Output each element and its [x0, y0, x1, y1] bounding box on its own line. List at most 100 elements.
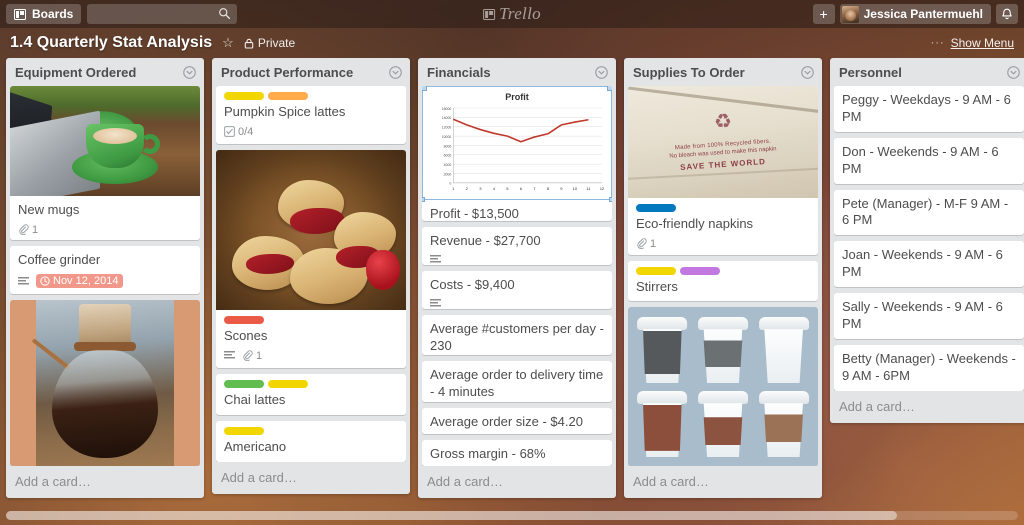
list-menu-button[interactable]	[183, 66, 196, 79]
add-card-button[interactable]: Add a card…	[830, 391, 1024, 423]
list-4[interactable]: Personnel Peggy - Weekdays - 9 AM - 6 PM…	[830, 58, 1024, 423]
chart-resize-handle[interactable]	[609, 197, 612, 203]
card-label[interactable]	[224, 92, 264, 100]
card[interactable]: Sally - Weekends - 9 AM - 6 PM	[834, 293, 1024, 339]
card-badges: 1	[636, 238, 811, 250]
list-1[interactable]: Product Performance Pumpkin Spice lattes…	[212, 58, 410, 494]
card[interactable]: Average order to delivery time - 4 minut…	[422, 361, 612, 402]
card[interactable]: Revenue - $27,700	[422, 226, 612, 265]
list-menu-button[interactable]	[801, 66, 814, 79]
list-header: Supplies To Order	[624, 58, 822, 86]
visibility-button[interactable]: Private	[244, 36, 295, 50]
card[interactable]	[10, 299, 200, 466]
list-header: Product Performance	[212, 58, 410, 86]
card[interactable]: Stirrers	[628, 260, 818, 302]
card[interactable]: Coffee grinder Nov 12, 2014	[10, 246, 200, 294]
search-input[interactable]	[87, 4, 238, 24]
chevron-down-icon[interactable]	[183, 66, 196, 79]
star-icon[interactable]: ☆	[222, 35, 234, 51]
add-card-button[interactable]: Add a card…	[624, 466, 822, 498]
card-label[interactable]	[224, 315, 264, 324]
svg-text:14000: 14000	[442, 116, 452, 120]
card-title: Chai lattes	[224, 391, 286, 407]
show-menu-button[interactable]: ··· Show Menu	[931, 36, 1014, 50]
card[interactable]: Profit 0 2000 4000 6000 8000 10000 12000 14000 1…	[422, 86, 612, 221]
attachment-icon	[19, 224, 29, 236]
card-badge-description	[430, 254, 441, 264]
card[interactable]: Peggy - Weekdays - 9 AM - 6 PM	[834, 86, 1024, 132]
card[interactable]: Betty (Manager) - Weekends - 9 AM - 6PM	[834, 344, 1024, 391]
card[interactable]: Gross margin - 68%	[422, 439, 612, 466]
chevron-down-icon[interactable]	[1007, 66, 1020, 79]
list-header: Personnel	[830, 58, 1024, 86]
list-title[interactable]: Personnel	[839, 65, 1007, 80]
card-labels	[224, 379, 399, 388]
list-title[interactable]: Equipment Ordered	[15, 65, 183, 80]
card[interactable]: Don - Weekends - 9 AM - 6 PM	[834, 137, 1024, 184]
chevron-down-icon[interactable]	[801, 66, 814, 79]
card-title: Scones	[224, 327, 268, 343]
board-canvas[interactable]: Equipment Ordered New mugs 1 Coffee grind…	[0, 58, 1024, 525]
card-label[interactable]	[636, 266, 676, 275]
svg-text:3: 3	[479, 186, 482, 191]
add-button[interactable]: +	[812, 4, 835, 24]
chart-resize-handle[interactable]	[422, 197, 425, 203]
card[interactable]: Pete (Manager) - M-F 9 AM - 6 PM	[834, 189, 1024, 236]
card-title: Profit - $13,500	[430, 206, 519, 221]
list-cards: ♻ Made from 100% Recycled fibers. No ble…	[624, 86, 822, 466]
card[interactable]: Costs - $9,400	[422, 270, 612, 309]
card-label[interactable]	[224, 426, 264, 435]
attachment-count: 1	[32, 223, 39, 236]
card[interactable]: Average #customers per day - 230	[422, 314, 612, 356]
svg-text:4: 4	[493, 186, 496, 191]
list-2[interactable]: Financials Profit 0 2000 4000 6000 8000 10000…	[418, 58, 616, 498]
card[interactable]	[628, 307, 818, 466]
list-title[interactable]: Supplies To Order	[633, 65, 801, 80]
search-box[interactable]	[87, 4, 238, 24]
card[interactable]: Americano	[216, 420, 406, 462]
list-menu-button[interactable]	[595, 66, 608, 79]
card-title: Stirrers	[636, 278, 678, 294]
card-label[interactable]	[636, 204, 676, 212]
trello-logo[interactable]: Trello	[483, 4, 541, 24]
card[interactable]: ♻ Made from 100% Recycled fibers. No ble…	[628, 86, 818, 255]
attachment-icon	[243, 350, 253, 362]
horizontal-scrollbar[interactable]	[6, 511, 1018, 520]
search-icon[interactable]	[218, 7, 231, 20]
card-cover-image	[10, 86, 200, 196]
member-menu[interactable]: Jessica Pantermuehl	[839, 4, 991, 24]
card[interactable]: Joan - Weekends - 9 AM - 6 PM	[834, 241, 1024, 288]
add-card-button[interactable]: Add a card…	[418, 466, 616, 498]
card-label[interactable]	[268, 92, 308, 100]
list-cards: New mugs 1 Coffee grinder Nov 12, 2014	[6, 86, 204, 466]
card-label[interactable]	[268, 379, 308, 388]
notifications-button[interactable]	[996, 4, 1018, 24]
svg-text:0: 0	[449, 182, 451, 186]
list-title[interactable]: Product Performance	[221, 65, 389, 80]
card[interactable]: Scones 1	[216, 149, 406, 368]
svg-text:6: 6	[520, 186, 523, 191]
list-menu-button[interactable]	[1007, 66, 1020, 79]
chevron-down-icon[interactable]	[389, 66, 402, 79]
add-card-button[interactable]: Add a card…	[212, 462, 410, 494]
card-label[interactable]	[680, 266, 720, 275]
add-card-button[interactable]: Add a card…	[6, 466, 204, 498]
card[interactable]: Pumpkin Spice lattes 0/4	[216, 86, 406, 144]
card-badge-due-date[interactable]: Nov 12, 2014	[36, 274, 124, 289]
lock-icon	[244, 38, 254, 49]
list-3[interactable]: Supplies To Order ♻ Made from 100% Recyc…	[624, 58, 822, 498]
card[interactable]: Chai lattes	[216, 373, 406, 415]
svg-text:4000: 4000	[444, 163, 452, 167]
card-body: Betty (Manager) - Weekends - 9 AM - 6PM	[842, 351, 1017, 385]
list-title[interactable]: Financials	[427, 65, 595, 80]
list-0[interactable]: Equipment Ordered New mugs 1 Coffee grind…	[6, 58, 204, 498]
list-menu-button[interactable]	[389, 66, 402, 79]
card[interactable]: Average order size - $4.20	[422, 407, 612, 434]
card-title: New mugs	[18, 202, 80, 217]
profit-chart[interactable]: Profit 0 2000 4000 6000 8000 10000 12000 14000 1…	[422, 86, 612, 203]
scrollbar-thumb[interactable]	[6, 511, 897, 520]
chevron-down-icon[interactable]	[595, 66, 608, 79]
card-label[interactable]	[224, 379, 264, 388]
boards-button[interactable]: Boards	[6, 4, 82, 24]
card[interactable]: New mugs 1	[10, 86, 200, 241]
